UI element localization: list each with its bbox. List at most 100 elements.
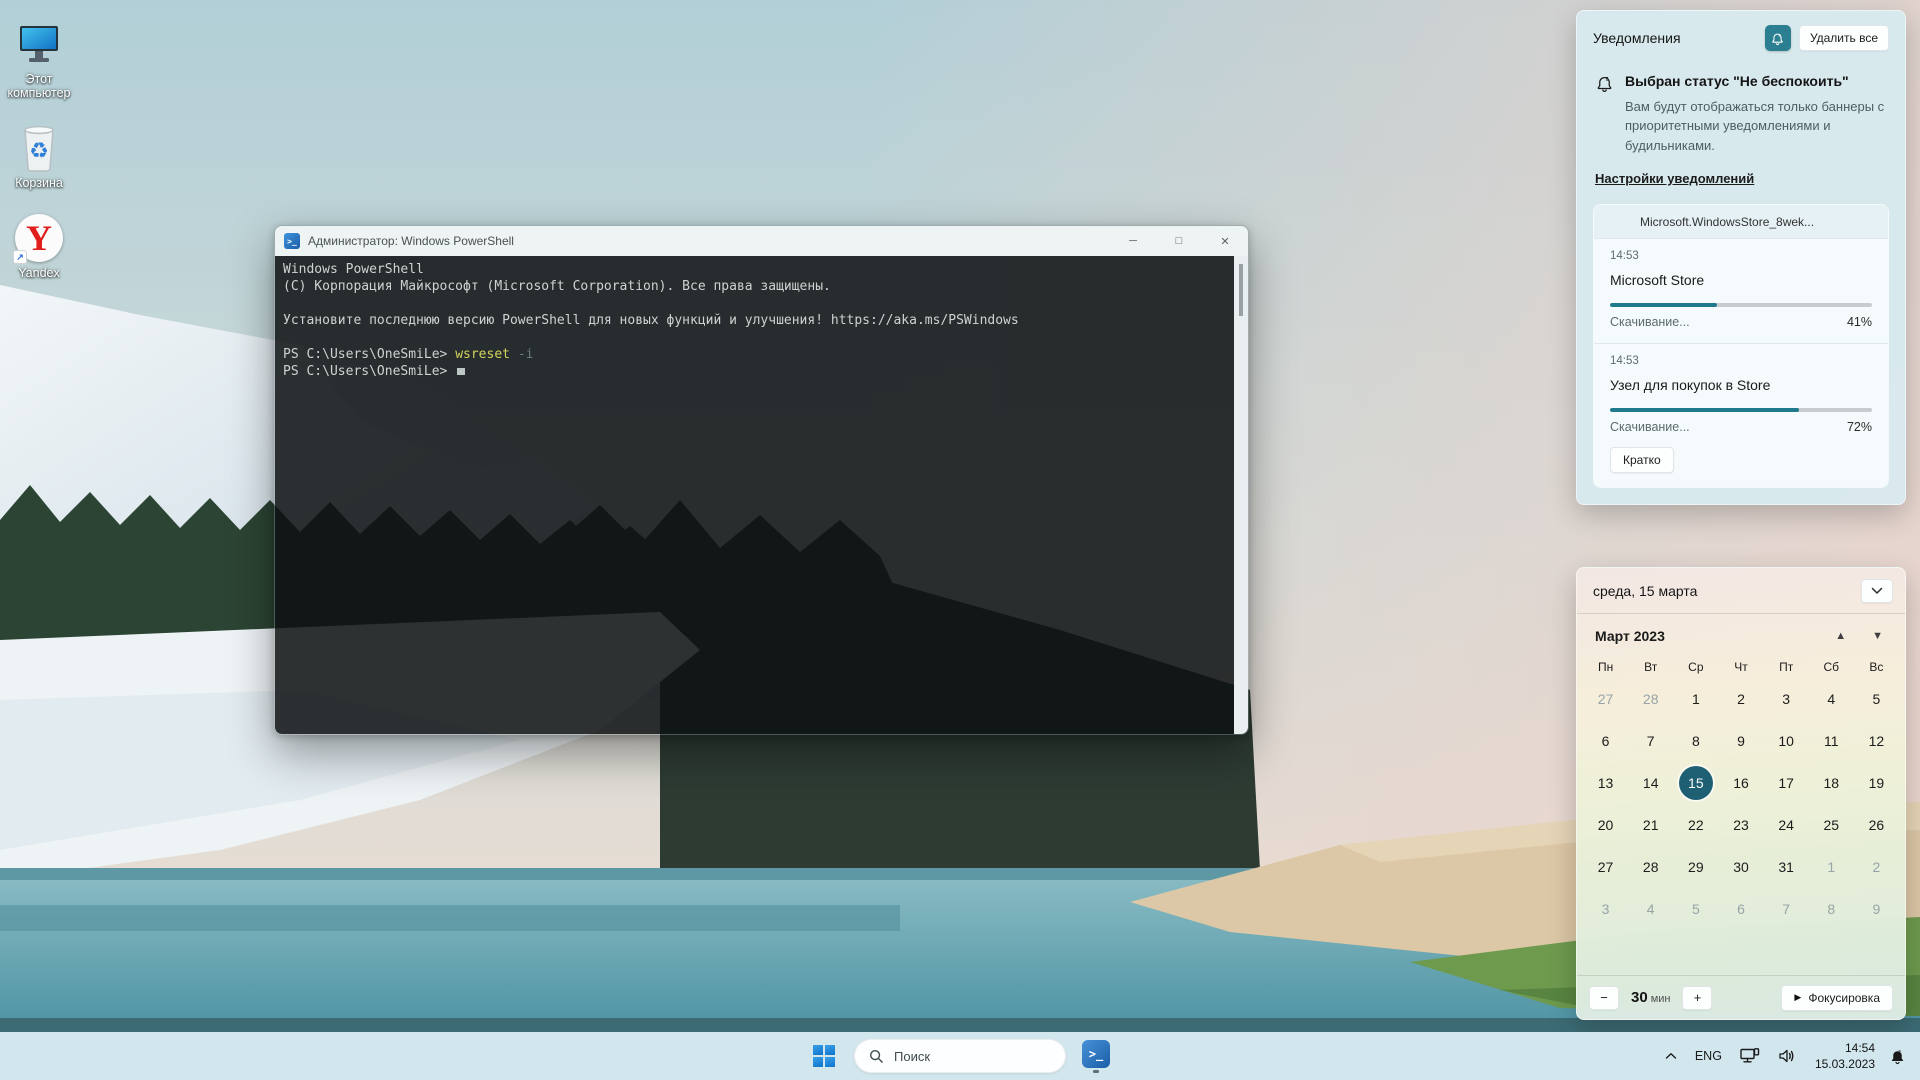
svg-text:♻: ♻: [29, 139, 49, 164]
focus-plus-button[interactable]: +: [1682, 985, 1713, 1010]
calendar-day[interactable]: 27: [1583, 678, 1628, 720]
notification-card[interactable]: 14:53 Microsoft Store Скачивание... 41%: [1594, 238, 1888, 343]
tray-clock[interactable]: 14:54 15.03.2023: [1807, 1040, 1883, 1072]
clear-all-button[interactable]: Удалить все: [1798, 25, 1889, 51]
calendar-day[interactable]: 14: [1628, 762, 1673, 804]
focus-duration: 30 мин: [1631, 989, 1671, 1006]
powershell-icon: >_: [284, 233, 300, 249]
taskbar-search-box[interactable]: Поиск: [854, 1039, 1066, 1073]
powershell-window: >_ Администратор: Windows PowerShell ─ □…: [274, 225, 1249, 735]
console-line: (C) Корпорация Майкрософт (Microsoft Cor…: [283, 279, 831, 294]
calendar-day[interactable]: 27: [1583, 846, 1628, 888]
maximize-button[interactable]: □: [1156, 226, 1202, 256]
calendar-day[interactable]: 5: [1673, 888, 1718, 930]
desktop-icon-list: Этот компьютер ♻ Корзина Y ↗ Yandex: [0, 10, 78, 294]
calendar-day[interactable]: 3: [1583, 888, 1628, 930]
calendar-weekday: Пт: [1779, 660, 1794, 674]
calendar-week-row: 3456789: [1577, 888, 1905, 930]
calendar-day[interactable]: 1: [1673, 678, 1718, 720]
yandex-browser-icon: Y ↗: [0, 204, 78, 264]
calendar-day[interactable]: 18: [1809, 762, 1854, 804]
download-status: Скачивание...: [1610, 315, 1690, 329]
calendar-day[interactable]: 12: [1854, 720, 1899, 762]
download-progress-bar: [1610, 303, 1872, 307]
calendar-day[interactable]: 19: [1854, 762, 1899, 804]
focus-start-button[interactable]: ▶ Фокусировка: [1781, 984, 1893, 1011]
calendar-day[interactable]: 10: [1764, 720, 1809, 762]
calendar-day[interactable]: 2: [1718, 678, 1763, 720]
calendar-day[interactable]: 25: [1809, 804, 1854, 846]
minimize-button[interactable]: ─: [1110, 226, 1156, 256]
tray-language-indicator[interactable]: ENG: [1688, 1036, 1729, 1076]
calendar-day[interactable]: 30: [1718, 846, 1763, 888]
scrollbar-thumb[interactable]: [1239, 264, 1243, 316]
calendar-day-selected[interactable]: 15: [1673, 762, 1718, 804]
calendar-day[interactable]: 26: [1854, 804, 1899, 846]
console-line: Установите последнюю версию PowerShell д…: [283, 313, 1019, 328]
calendar-day[interactable]: 4: [1628, 888, 1673, 930]
calendar-day[interactable]: 7: [1764, 888, 1809, 930]
calendar-day[interactable]: 9: [1718, 720, 1763, 762]
calendar-date-header: среда, 15 марта: [1593, 583, 1698, 599]
calendar-day[interactable]: 6: [1583, 720, 1628, 762]
powershell-titlebar[interactable]: >_ Администратор: Windows PowerShell ─ □…: [275, 226, 1248, 256]
calendar-day[interactable]: 1: [1809, 846, 1854, 888]
do-not-disturb-button[interactable]: z: [1764, 25, 1791, 51]
desktop-icon-recycle-bin[interactable]: ♻ Корзина: [0, 114, 78, 190]
calendar-day[interactable]: 31: [1764, 846, 1809, 888]
desktop-icon-this-pc[interactable]: Этот компьютер: [0, 10, 78, 100]
network-icon[interactable]: [1733, 1036, 1767, 1076]
calendar-day[interactable]: 28: [1628, 678, 1673, 720]
volume-icon[interactable]: [1771, 1036, 1803, 1076]
notifications-title: Уведомления: [1593, 30, 1681, 46]
calendar-week-row: 20 21 22 23 24 25 26: [1577, 804, 1905, 846]
start-button[interactable]: [804, 1036, 844, 1076]
close-button[interactable]: ✕: [1202, 226, 1248, 256]
notification-action-button[interactable]: Кратко: [1610, 447, 1674, 473]
calendar-day[interactable]: 11: [1809, 720, 1854, 762]
notification-card[interactable]: 14:53 Узел для покупок в Store Скачивание.…: [1594, 343, 1888, 487]
calendar-day[interactable]: 23: [1718, 804, 1763, 846]
calendar-day[interactable]: 3: [1764, 678, 1809, 720]
calendar-day[interactable]: 6: [1718, 888, 1763, 930]
download-status: Скачивание...: [1610, 420, 1690, 434]
console-cursor: [457, 368, 466, 375]
notification-settings-link[interactable]: Настройки уведомлений: [1595, 171, 1754, 186]
calendar-prev-month-button[interactable]: ▲: [1835, 630, 1846, 642]
calendar-day[interactable]: 4: [1809, 678, 1854, 720]
calendar-next-month-button[interactable]: ▼: [1872, 630, 1883, 642]
calendar-day[interactable]: 17: [1764, 762, 1809, 804]
tray-show-hidden-icons-button[interactable]: [1658, 1036, 1684, 1076]
dnd-status-title: Выбран статус "Не беспокоить": [1625, 73, 1849, 89]
calendar-day[interactable]: 8: [1673, 720, 1718, 762]
calendar-day[interactable]: 9: [1854, 888, 1899, 930]
calendar-day[interactable]: 21: [1628, 804, 1673, 846]
calendar-day[interactable]: 20: [1583, 804, 1628, 846]
calendar-day[interactable]: 29: [1673, 846, 1718, 888]
notification-card-list: 14:53 Microsoft Store Скачивание... 41% 14:5…: [1594, 238, 1888, 487]
desktop-icon-yandex[interactable]: Y ↗ Yandex: [0, 204, 78, 280]
calendar-weekday: Сб: [1823, 660, 1840, 674]
desktop-icon-label: Этот компьютер: [7, 72, 71, 100]
notification-time: 14:53: [1610, 250, 1639, 262]
calendar-day[interactable]: 13: [1583, 762, 1628, 804]
calendar-day[interactable]: 8: [1809, 888, 1854, 930]
focus-minus-button[interactable]: −: [1589, 985, 1619, 1010]
calendar-collapse-button[interactable]: [1861, 579, 1893, 603]
console-token: wsreset: [455, 347, 510, 362]
console-output[interactable]: Windows PowerShell (C) Корпорация Майкрос…: [275, 256, 1248, 734]
taskbar-powershell-button[interactable]: >_: [1076, 1036, 1116, 1076]
calendar-day[interactable]: 24: [1764, 804, 1809, 846]
console-scrollbar[interactable]: [1234, 256, 1248, 734]
calendar-day[interactable]: 16: [1718, 762, 1763, 804]
calendar-day[interactable]: 5: [1854, 678, 1899, 720]
calendar-day[interactable]: 22: [1673, 804, 1718, 846]
tray-bell-snooze-icon[interactable]: z: [1887, 1036, 1908, 1076]
calendar-day[interactable]: 7: [1628, 720, 1673, 762]
calendar-day[interactable]: 2: [1854, 846, 1899, 888]
calendar-day[interactable]: 28: [1628, 846, 1673, 888]
download-percent: 72%: [1846, 420, 1872, 434]
recycle-bin-icon: ♻: [0, 114, 78, 172]
this-pc-icon: [0, 10, 78, 68]
notification-group-title[interactable]: Microsoft.WindowsStore_8wek...: [1594, 205, 1888, 238]
